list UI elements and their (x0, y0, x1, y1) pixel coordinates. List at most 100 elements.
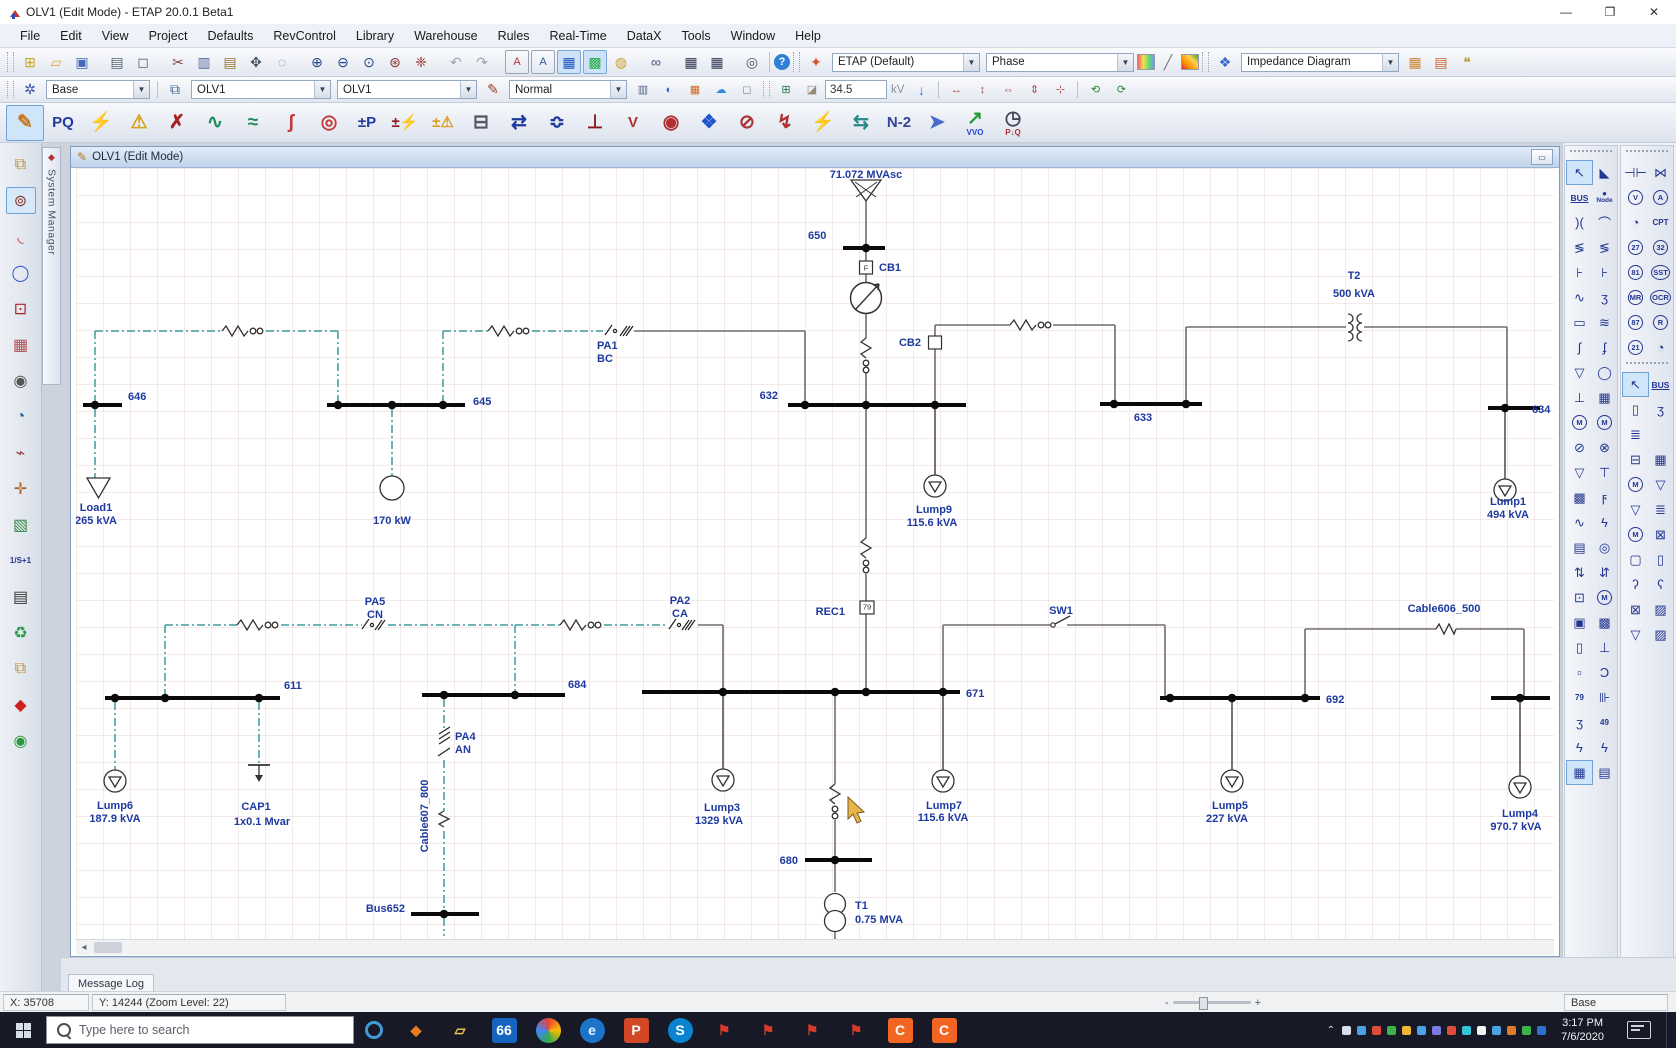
open-folder-icon[interactable]: ▱ (44, 50, 68, 74)
save-icon[interactable]: ▣ (70, 50, 94, 74)
star-tcc-icon[interactable]: ◟ (6, 223, 36, 250)
tray-icon-4[interactable] (1402, 1026, 1411, 1035)
inst-element-0[interactable]: ⊣⊢ (1622, 160, 1649, 185)
palette-drag-handle[interactable] (1626, 150, 1668, 157)
dropper-icon[interactable]: ╱ (1156, 50, 1180, 74)
dc-element-2[interactable]: ▯ (1622, 397, 1649, 422)
ac-element-13[interactable]: ≋ (1591, 310, 1618, 335)
ac-element-30[interactable]: ▤ (1566, 535, 1593, 560)
palette-drag-handle[interactable] (1570, 150, 1612, 157)
size-icon[interactable]: ⊹ (1048, 78, 1072, 102)
tray-icon-7[interactable] (1447, 1026, 1456, 1035)
insulation-mode-button[interactable]: ⚡ (804, 105, 842, 141)
ac-element-48[interactable]: ▦ (1566, 760, 1593, 785)
dc-load-flow-mode-button[interactable]: ⇄ (500, 105, 538, 141)
tray-icon-5[interactable] (1417, 1026, 1426, 1035)
badge-66-app-taskbar-icon[interactable]: 66 (482, 1012, 526, 1048)
tray-icon-11[interactable] (1507, 1026, 1516, 1035)
inst-element-6[interactable]: 27 (1622, 235, 1649, 260)
user-defined-model-icon[interactable]: 1/S+1 (6, 547, 36, 574)
ac-element-0[interactable]: ↖ (1566, 160, 1593, 185)
ac-element-49[interactable]: ▤ (1591, 760, 1618, 785)
reliability-tree-icon[interactable]: ◉ (6, 727, 36, 754)
toolbar-grip[interactable] (793, 52, 800, 72)
ac-element-43[interactable]: ⊪ (1591, 685, 1618, 710)
ac-element-17[interactable]: ◯ (1591, 360, 1618, 385)
dc-element-8[interactable]: M (1622, 472, 1649, 497)
paste-icon[interactable]: ▤ (218, 50, 242, 74)
one-line-diagram-icon[interactable]: ⊚ (6, 187, 36, 214)
ac-element-29[interactable]: ϟ (1591, 510, 1618, 535)
lock-icon[interactable]: ◍ (609, 50, 633, 74)
inst-element-1[interactable]: ⋈ (1647, 160, 1674, 185)
datablock-icon[interactable]: ▦ (1403, 50, 1427, 74)
zoom-previous-icon[interactable]: ⊛ (383, 50, 407, 74)
tray-icon-6[interactable] (1432, 1026, 1441, 1035)
ac-element-26[interactable]: ▩ (1566, 485, 1593, 510)
calculator-icon[interactable]: ▦ (679, 50, 703, 74)
edit-text-b-icon[interactable]: A (531, 50, 555, 74)
ac-element-45[interactable]: 49 (1591, 710, 1618, 735)
tray-icon-0[interactable] (1342, 1026, 1351, 1035)
toolbar-grip[interactable] (7, 52, 14, 72)
dc-element-3[interactable]: ʒ (1647, 397, 1674, 422)
ac-element-2[interactable]: BUS (1566, 185, 1593, 210)
chevron-down-icon[interactable]: ▼ (610, 81, 626, 98)
ac-element-41[interactable]: Ɔ (1591, 660, 1618, 685)
chevron-down-icon[interactable]: ▼ (1382, 54, 1398, 71)
menu-datax[interactable]: DataX (617, 27, 672, 45)
grid-display-icon[interactable]: ▦ (557, 50, 581, 74)
vvo-mode-button[interactable]: ↗VVO (956, 105, 994, 141)
toolbar-grip[interactable] (763, 81, 770, 99)
ac-element-7[interactable]: ≶ (1591, 235, 1618, 260)
inst-element-8[interactable]: 81 (1622, 260, 1649, 285)
project-combo[interactable]: ETAP (Default)▼ (832, 53, 980, 72)
distribute-h-icon[interactable]: ⇔ (996, 78, 1020, 102)
chevron-down-icon[interactable]: ▼ (460, 81, 476, 98)
chevron-down-icon[interactable]: ▼ (1117, 54, 1133, 71)
inst-element-14[interactable]: 21 (1622, 335, 1649, 360)
tray-icon-12[interactable] (1522, 1026, 1531, 1035)
cloud-icon[interactable]: ☁ (709, 78, 733, 102)
edit-mode-button[interactable]: ✎ (6, 105, 44, 141)
voltage-stability-mode-button[interactable]: V (614, 105, 652, 141)
ac-element-14[interactable]: ʃ (1566, 335, 1593, 360)
dc-element-21[interactable]: ▨ (1647, 622, 1674, 647)
library-icon[interactable]: ⧉ (6, 655, 36, 682)
sphere-icon[interactable]: ◐ (657, 78, 681, 102)
menu-tools[interactable]: Tools (671, 27, 720, 45)
kv-input[interactable] (825, 80, 887, 99)
rotate-cw-icon[interactable]: ⟳ (1109, 78, 1133, 102)
show-desktop-button[interactable] (1666, 1012, 1672, 1048)
inst-element-12[interactable]: 87 (1622, 310, 1649, 335)
pin-app-4-taskbar-icon[interactable]: ⚑ (834, 1012, 878, 1048)
gis-map-icon[interactable]: ▧ (6, 511, 36, 538)
undo-icon[interactable]: ↶ (444, 50, 468, 74)
ac-element-33[interactable]: ⇵ (1591, 560, 1618, 585)
document-title-bar[interactable]: ✎ OLV1 (Edit Mode) ▭ (71, 147, 1559, 168)
ac-element-20[interactable]: M (1566, 410, 1593, 435)
dc-element-5[interactable] (1647, 422, 1674, 447)
pin-app-1-taskbar-icon[interactable]: ⚑ (702, 1012, 746, 1048)
ac-element-16[interactable]: ▽ (1566, 360, 1593, 385)
time-domain-mode-button[interactable]: ≎ (538, 105, 576, 141)
print-icon[interactable]: ▤ (105, 50, 129, 74)
action-center-icon[interactable] (1627, 1021, 1651, 1039)
redo-icon[interactable]: ↷ (470, 50, 494, 74)
pan-icon[interactable]: ✥ (244, 50, 268, 74)
battery-sizing-mode-button[interactable]: ⊟ (462, 105, 500, 141)
start-button[interactable] (0, 1012, 46, 1048)
dc-short-circuit-mode-button[interactable]: ±⚡ (386, 105, 424, 141)
ac-element-46[interactable]: ϟ (1566, 735, 1593, 760)
ac-element-6[interactable]: ≶ (1566, 235, 1593, 260)
ac-element-3[interactable]: Node (1591, 185, 1618, 210)
ac-element-47[interactable]: ϟ (1591, 735, 1618, 760)
inst-element-5[interactable]: CPT (1647, 210, 1674, 235)
calculator-alt-icon[interactable]: ▦ (705, 50, 729, 74)
dc-element-10[interactable]: ▽ (1622, 497, 1649, 522)
ac-element-22[interactable]: ⊘ (1566, 435, 1593, 460)
dc-element-14[interactable]: ▢ (1622, 547, 1649, 572)
dc-element-1[interactable]: BUS (1647, 372, 1674, 397)
menu-revcontrol[interactable]: RevControl (263, 27, 346, 45)
zoom-out-icon[interactable]: ⊖ (331, 50, 355, 74)
